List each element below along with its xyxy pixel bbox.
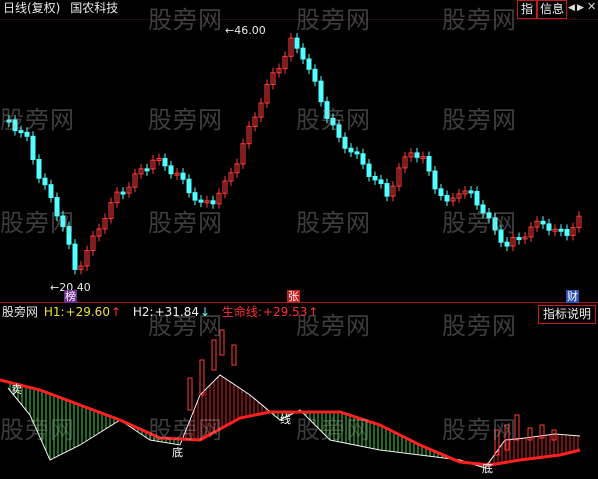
period-label[interactable]: 日线(复权) — [3, 1, 60, 15]
candle-body — [180, 172, 186, 180]
life-line-arrow-icon: ↑ — [308, 305, 319, 319]
indicator-candle — [211, 339, 217, 371]
bottom-mark: 底 — [172, 446, 183, 459]
candle-body — [6, 119, 12, 123]
candle-body — [36, 158, 42, 179]
candle-body — [294, 37, 300, 49]
h1-value: +29.60 — [65, 305, 110, 319]
life-line-value: +29.53 — [262, 305, 308, 319]
candle-body — [480, 204, 486, 214]
candle-body — [438, 188, 444, 196]
indicator-help-button[interactable]: 指标说明 — [538, 305, 596, 324]
indicator-candle — [187, 377, 193, 411]
candle-body — [168, 165, 174, 175]
candle-body — [558, 228, 564, 232]
candle-body — [384, 183, 390, 197]
high-price-label: ←46.00 — [225, 24, 266, 37]
candle-body — [414, 152, 420, 158]
candle-body — [48, 184, 54, 199]
candle-body — [426, 156, 432, 172]
candle-body — [198, 199, 204, 203]
h2-value: +31.84 — [154, 305, 199, 319]
indicator-layer — [0, 329, 581, 469]
panel-dividers — [0, 19, 598, 303]
candle-body — [192, 192, 198, 201]
indicator-candle — [199, 359, 205, 396]
candle-body — [330, 117, 336, 126]
sell-mark: 卖 — [11, 383, 22, 396]
candle-body — [66, 226, 72, 245]
candle-body — [60, 215, 66, 228]
h1-label: H1: — [43, 305, 65, 319]
candle-body — [360, 153, 366, 165]
indicator-candle — [231, 344, 237, 366]
indicator-header: 股旁网 H1:+29.60↑ H2:+31.84↓ 生命线:+29.53↑ — [2, 305, 322, 319]
candle-body — [12, 119, 18, 132]
candle-body — [372, 175, 378, 181]
close-icon[interactable]: ✕ — [587, 0, 596, 14]
candle-body — [492, 217, 498, 231]
candle-body — [366, 163, 372, 177]
candle-body — [498, 229, 504, 243]
candle-body — [336, 124, 342, 138]
line-mark: 线 — [280, 413, 291, 426]
indicator-candle — [219, 329, 225, 356]
candle-body — [348, 147, 354, 153]
candle-body — [474, 191, 480, 206]
next-arrow-icon[interactable]: ▶ — [577, 1, 584, 15]
candle-body — [18, 130, 24, 134]
bottom-mark: 底 — [482, 462, 493, 475]
h2-arrow-icon: ↓ — [199, 305, 211, 319]
candle-body — [504, 241, 510, 247]
candle-body — [564, 228, 570, 236]
chart-header: 日线(复权) 国农科技 — [3, 1, 118, 15]
candle-body — [468, 190, 474, 194]
candle-body — [300, 47, 306, 60]
badge-zhang[interactable]: 张 — [287, 290, 300, 303]
candle-body — [444, 194, 450, 202]
candle-body — [30, 135, 36, 160]
prev-arrow-icon[interactable]: ◀ — [568, 1, 575, 15]
candle-body — [546, 223, 552, 231]
stock-name: 国农科技 — [70, 1, 119, 15]
badge-cai[interactable]: 财 — [566, 290, 579, 303]
candle-body — [354, 151, 360, 155]
h2-label: H2: — [132, 305, 154, 319]
candle-body — [24, 131, 30, 137]
candle-body — [318, 80, 324, 103]
candle-body — [324, 101, 330, 119]
badge-bang[interactable]: 榜 — [64, 290, 77, 303]
candle-body — [540, 220, 546, 225]
chart-canvas — [0, 19, 598, 469]
candle-body — [120, 191, 126, 195]
candle-body — [54, 197, 60, 217]
candle-body — [432, 170, 438, 190]
candle-body — [72, 243, 78, 270]
candle-body — [144, 168, 150, 172]
life-line-label: 生命线: — [221, 305, 262, 319]
candle-body — [306, 58, 312, 70]
candle-body — [516, 237, 522, 241]
candle-body — [378, 179, 384, 185]
candle-body — [486, 212, 492, 219]
candle-body — [210, 200, 216, 205]
price-candles — [6, 33, 582, 275]
candle-body — [342, 136, 348, 149]
indicator-name[interactable]: 股旁网 — [2, 305, 38, 319]
candle-body — [162, 158, 168, 167]
indicator-candle — [514, 414, 520, 441]
index-button[interactable]: 指 — [517, 0, 537, 19]
h1-arrow-icon: ↑ — [110, 305, 122, 319]
info-button[interactable]: 信息 — [537, 0, 567, 19]
candle-body — [312, 68, 318, 82]
candle-body — [186, 178, 192, 194]
candle-body — [42, 177, 48, 186]
